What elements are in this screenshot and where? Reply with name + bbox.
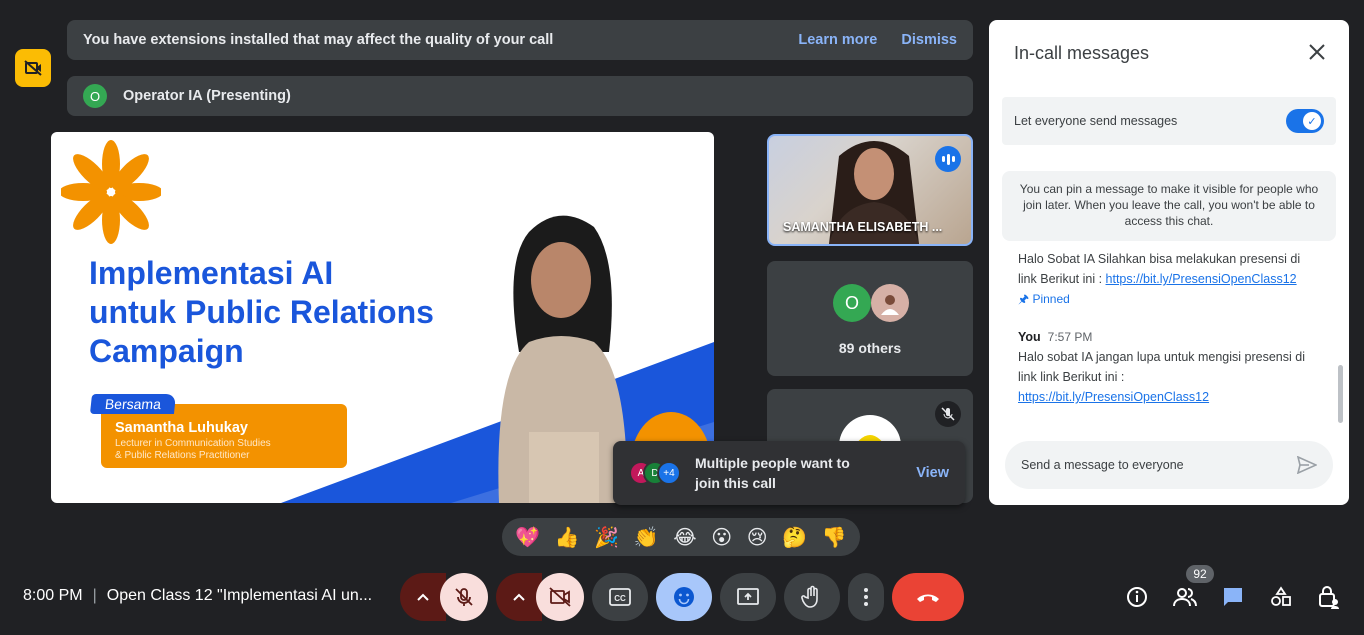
activities-button[interactable]: [1266, 582, 1296, 612]
learn-more-link[interactable]: Learn more: [798, 32, 877, 48]
info-icon: [1127, 587, 1147, 607]
host-controls-button[interactable]: [15, 49, 51, 87]
message-time: 7:57 PM: [1047, 330, 1093, 344]
send-icon[interactable]: [1297, 456, 1317, 474]
speaker-tile-name: SAMANTHA ELISABETH ...: [783, 220, 943, 234]
participants-badge: 92: [1186, 565, 1214, 583]
check-icon: ✓: [1303, 112, 1321, 130]
join-request-toast: A D +4 Multiple people want to join this…: [613, 441, 965, 505]
meeting-info: 8:00 PM | Open Class 12 "Implementasi AI…: [23, 587, 372, 605]
thumbs-up-reaction[interactable]: 👍: [555, 525, 580, 550]
more-options-button[interactable]: [848, 573, 884, 621]
raise-hand-button[interactable]: [784, 573, 840, 621]
presenter-avatar: O: [83, 84, 107, 108]
toast-line1: Multiple people want to: [695, 455, 850, 471]
message-2-link[interactable]: https://bit.ly/PresensiOpenClass12: [1018, 390, 1209, 404]
lock-person-icon: [1319, 586, 1339, 609]
chat-scrollbar[interactable]: [1338, 365, 1343, 423]
pin-icon: 🖈: [1018, 292, 1030, 306]
others-photo-avatar: [871, 284, 909, 322]
extensions-banner: You have extensions installed that may a…: [67, 20, 973, 60]
message-2: You 7:57 PM Halo sobat IA jangan lupa un…: [1018, 330, 1305, 404]
people-button[interactable]: [1170, 582, 1200, 612]
message-1: Halo Sobat IA Silahkan bisa melakukan pr…: [1018, 249, 1318, 309]
message-input[interactable]: Send a message to everyone: [1005, 441, 1333, 489]
meeting-details-button[interactable]: [1122, 582, 1152, 612]
leave-call-button[interactable]: [892, 573, 964, 621]
end-call-icon: [917, 594, 939, 602]
captions-button[interactable]: CC: [592, 573, 648, 621]
toggle-label: Let everyone send messages: [1014, 114, 1178, 128]
thumbs-down-reaction[interactable]: 👎: [822, 525, 847, 550]
emoji-icon: [674, 587, 694, 607]
party-popper-reaction[interactable]: 🎉: [594, 525, 619, 550]
message-sender: You: [1018, 330, 1041, 344]
thinking-reaction[interactable]: 🤔: [782, 525, 807, 550]
message-1-link[interactable]: https://bit.ly/PresensiOpenClass12: [1106, 272, 1297, 286]
pin-info: You can pin a message to make it visible…: [1002, 171, 1336, 241]
chevron-up-icon: [513, 593, 525, 601]
mic-off-icon: [455, 588, 473, 606]
panel-title: In-call messages: [1014, 43, 1150, 63]
reactions-button[interactable]: [656, 573, 712, 621]
more-vert-icon: [864, 588, 868, 606]
dismiss-button[interactable]: Dismiss: [901, 32, 957, 48]
crying-reaction[interactable]: 😢: [747, 525, 768, 550]
present-button[interactable]: [720, 573, 776, 621]
banner-text: You have extensions installed that may a…: [83, 32, 554, 48]
hand-icon: [801, 585, 818, 608]
chat-button[interactable]: [1218, 582, 1248, 612]
presenting-banner: O Operator IA (Presenting): [67, 76, 973, 116]
reactions-bar: 💖 👍 🎉 👏 😂 😮 😢 🤔 👎: [502, 518, 860, 556]
pinned-label: 🖈 Pinned: [1018, 292, 1070, 306]
sparkling-heart-reaction[interactable]: 💖: [515, 525, 540, 550]
separator: |: [92, 587, 97, 604]
present-screen-icon: [737, 588, 759, 605]
others-avatar: O: [833, 284, 871, 322]
presenter-label: Operator IA (Presenting): [123, 88, 291, 104]
chat-icon: [1224, 588, 1242, 606]
join-avatar-more: +4: [657, 461, 681, 485]
laughing-reaction[interactable]: 😂: [673, 525, 696, 550]
camera-button[interactable]: [536, 573, 584, 621]
others-tile[interactable]: O 89 others: [767, 261, 973, 376]
slide-tag: Bersama: [89, 394, 177, 414]
mic-off-icon: [935, 401, 961, 427]
others-count: 89 others: [838, 340, 902, 356]
speaker-tile[interactable]: SAMANTHA ELISABETH ...: [767, 134, 973, 246]
toast-line2: join this call: [695, 475, 776, 491]
clock-time: 8:00 PM: [23, 587, 83, 604]
clapping-reaction[interactable]: 👏: [634, 525, 659, 550]
send-messages-setting: Let everyone send messages ✓: [1002, 97, 1336, 145]
in-call-messages-panel: In-call messages Let everyone send messa…: [989, 20, 1349, 505]
people-icon: [1173, 588, 1197, 607]
shapes-icon: [1271, 586, 1291, 606]
flower-logo-icon: [61, 140, 161, 244]
meeting-title: Open Class 12 "Implementasi AI un...: [106, 587, 373, 604]
camera-off-icon: [549, 587, 571, 607]
microphone-button[interactable]: [440, 573, 488, 621]
view-button[interactable]: View: [916, 465, 949, 481]
svg-text:CC: CC: [614, 594, 626, 603]
surprised-reaction[interactable]: 😮: [711, 525, 732, 550]
send-messages-toggle[interactable]: ✓: [1286, 109, 1324, 133]
chevron-up-icon: [417, 593, 429, 601]
host-controls-lock-button[interactable]: [1314, 582, 1344, 612]
speaking-indicator-icon: [935, 146, 961, 172]
captions-icon: CC: [609, 588, 631, 606]
video-off-icon: [24, 60, 42, 76]
close-icon[interactable]: [1307, 42, 1327, 62]
